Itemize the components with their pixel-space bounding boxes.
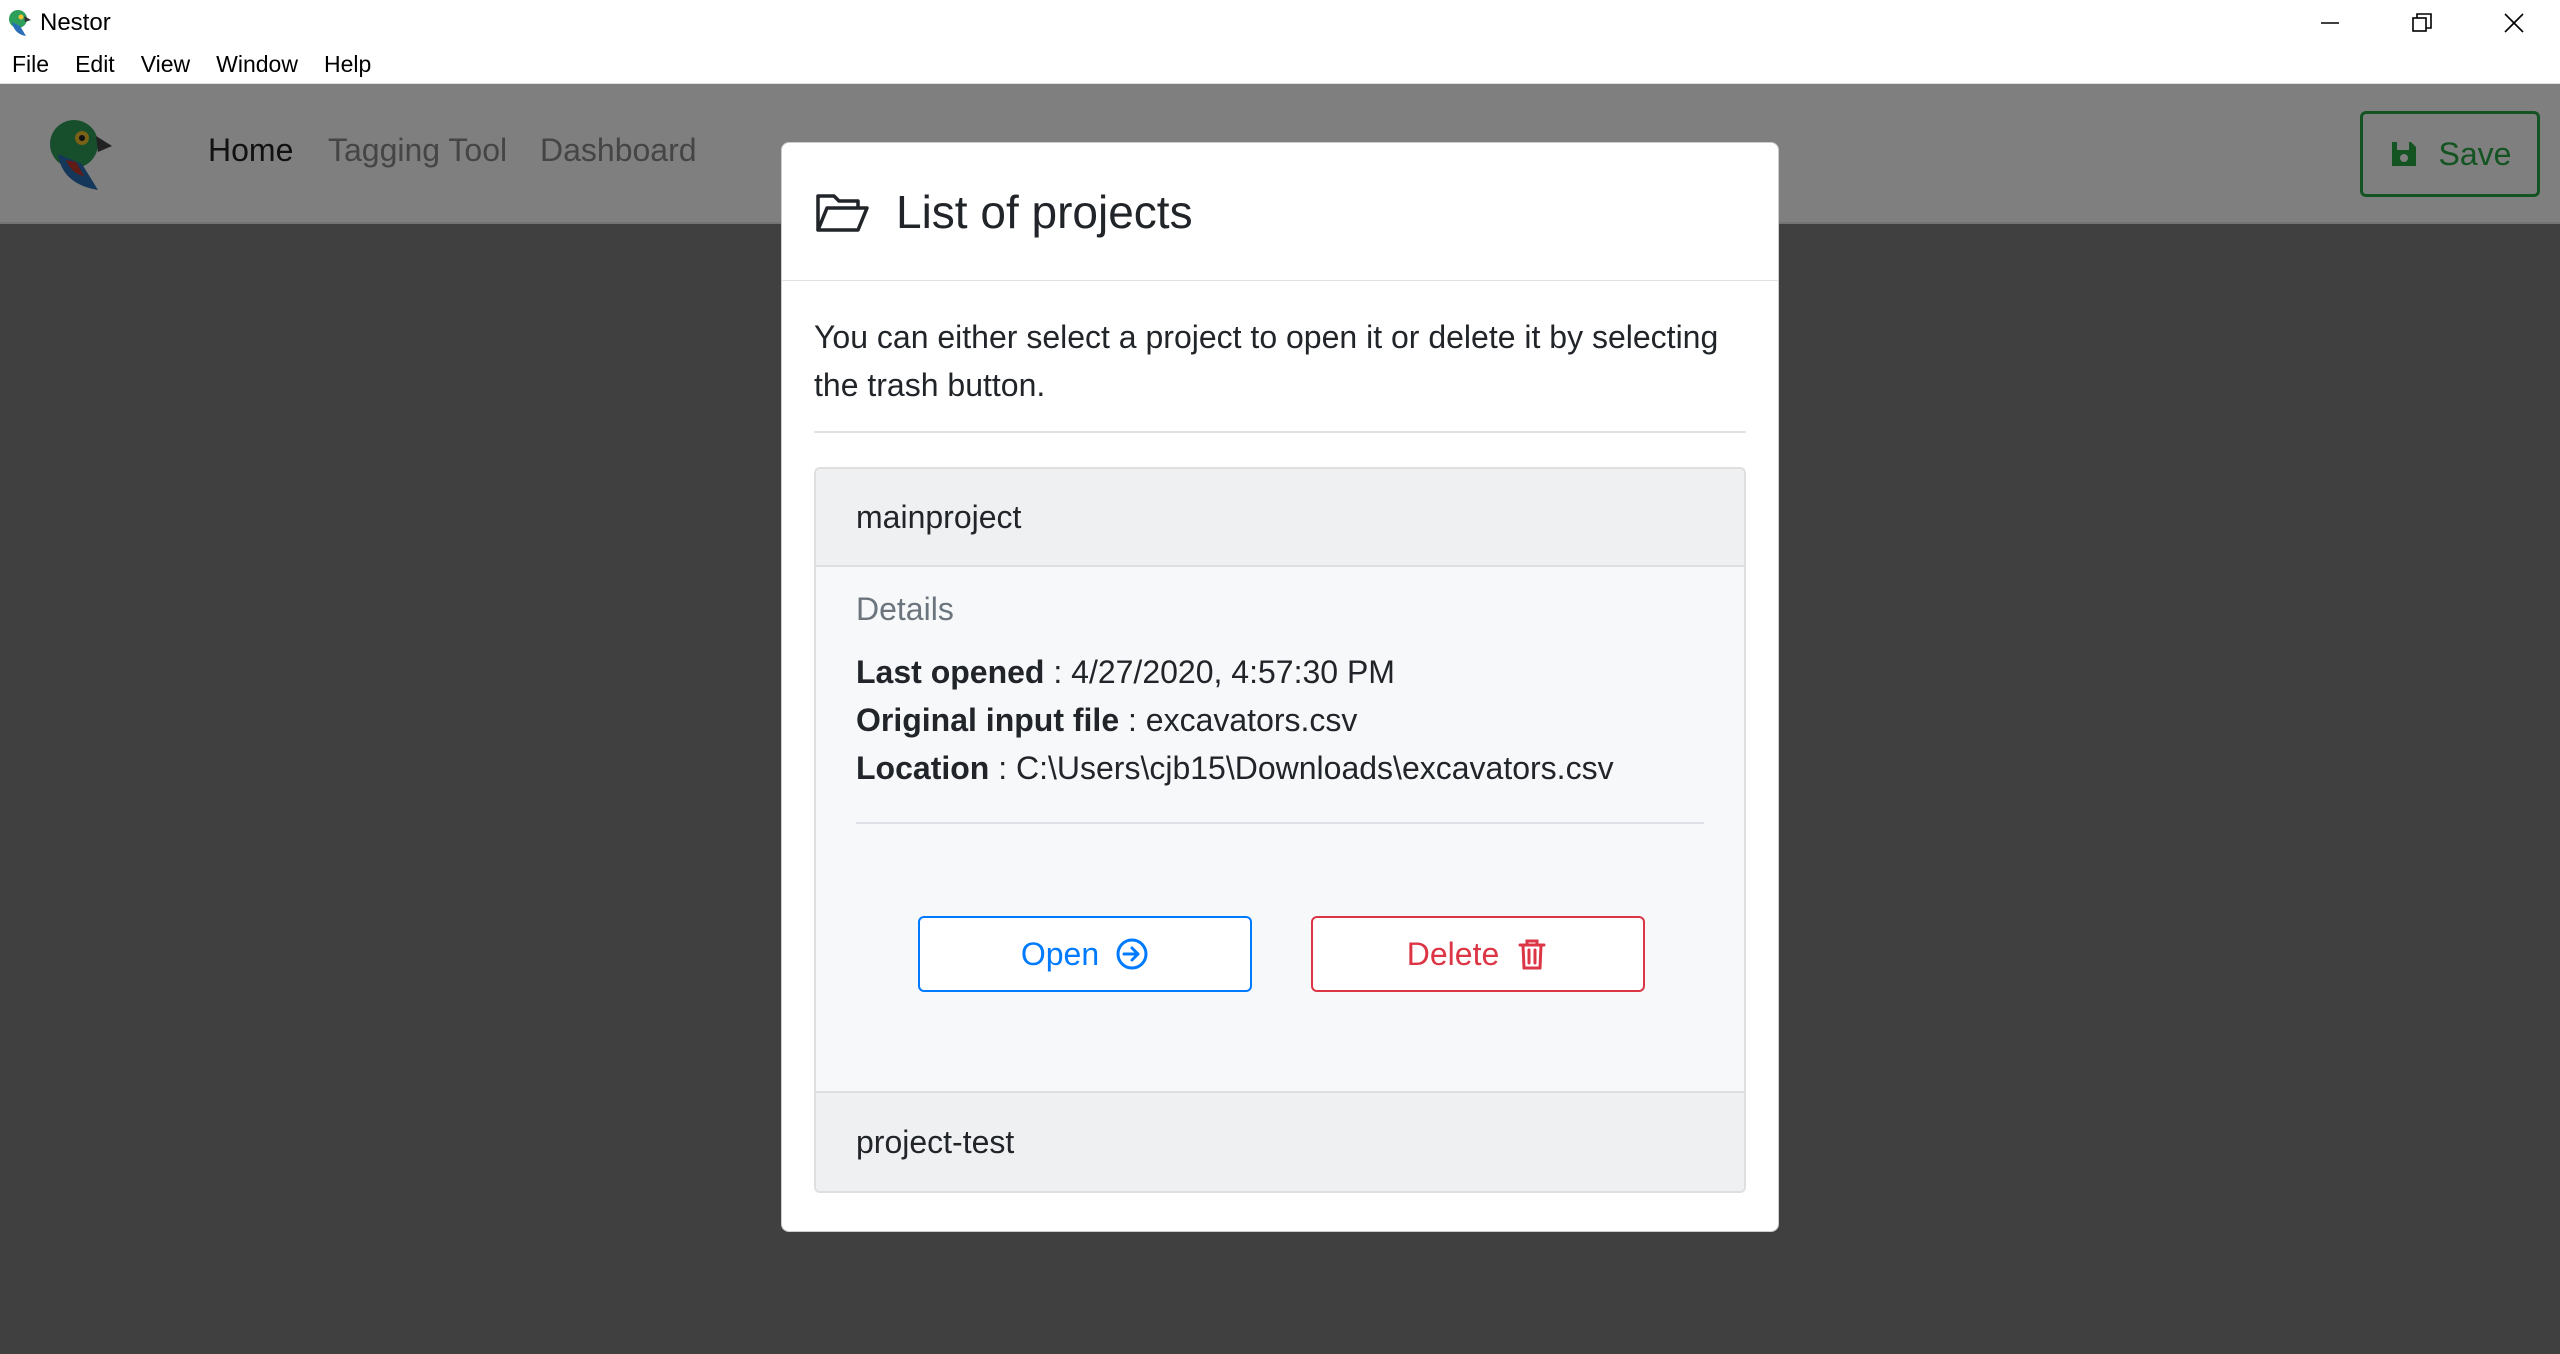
project-header-project-test[interactable]: project-test [816,1093,1744,1191]
project-name: mainproject [856,498,1022,535]
input-file-label: Original input file [856,702,1120,738]
project-name: project-test [856,1123,1015,1160]
arrow-circle-right-icon [1116,938,1148,970]
parrot-icon [9,10,31,36]
window-titlebar: Nestor [0,0,2560,46]
folder-open-icon [816,193,869,232]
modal-intro-text: You can either select a project to open … [814,313,1746,433]
projects-modal: List of projects You can either select a… [781,142,1779,1232]
location-row: Location : C:\Users\cjb15\Downloads\exca… [856,744,1704,792]
location-value: : C:\Users\cjb15\Downloads\excavators.cs… [989,750,1614,786]
open-button-label: Open [1020,935,1100,972]
modal-header: List of projects [782,143,1778,281]
menu-help[interactable]: Help [311,51,384,78]
location-label: Location [856,750,990,786]
delete-button[interactable]: Delete [1311,916,1645,992]
close-icon [2504,13,2524,33]
close-button[interactable] [2468,0,2560,46]
input-file-row: Original input file : excavators.csv [856,696,1704,744]
input-file-value: : excavators.csv [1119,702,1358,738]
project-details-panel: Details Last opened : 4/27/2020, 4:57:30… [816,567,1744,1093]
details-title: Details [856,591,954,627]
window-title: Nestor [40,9,111,36]
project-actions: Open Delete [856,824,1704,1024]
last-opened-value: : 4/27/2020, 4:57:30 PM [1044,654,1395,690]
menu-edit[interactable]: Edit [62,51,128,78]
open-button[interactable]: Open [918,916,1252,992]
project-header-mainproject[interactable]: mainproject [816,469,1744,567]
restore-button[interactable] [2376,0,2468,46]
projects-accordion: mainproject Details Last opened : 4/27/2… [814,467,1746,1193]
menu-window[interactable]: Window [203,51,311,78]
modal-title: List of projects [896,185,1193,238]
menu-bar: File Edit View Window Help [0,46,2560,84]
minimize-button[interactable] [2284,0,2376,46]
trash-icon [1518,939,1546,970]
menu-file[interactable]: File [0,51,62,78]
restore-icon [2412,13,2432,32]
menu-view[interactable]: View [128,51,203,78]
last-opened-row: Last opened : 4/27/2020, 4:57:30 PM [856,648,1704,696]
modal-body: You can either select a project to open … [782,281,1778,1193]
window-controls [2284,0,2560,46]
minimize-icon [2321,22,2339,24]
delete-button-label: Delete [1406,935,1500,972]
last-opened-label: Last opened [856,654,1045,690]
